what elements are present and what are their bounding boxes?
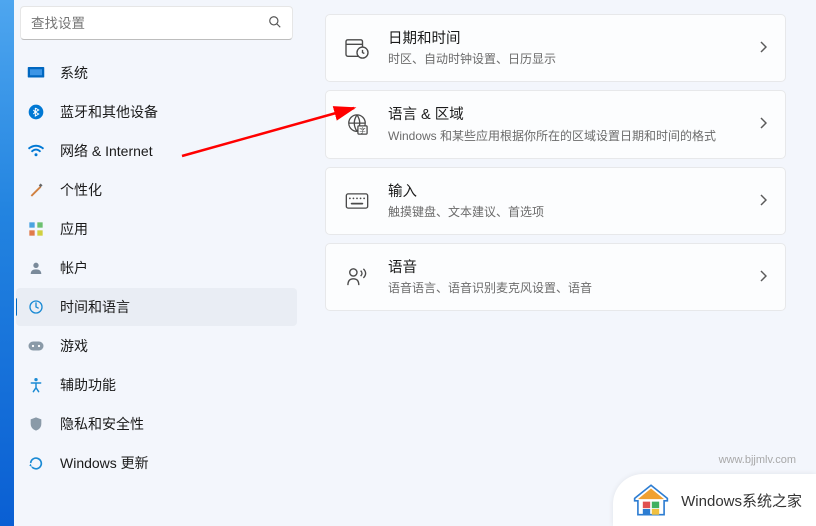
bluetooth-icon: [26, 102, 46, 122]
sidebar-item-apps[interactable]: 应用: [16, 210, 297, 248]
card-language-region[interactable]: 字 语言 & 区域 Windows 和某些应用根据你所在的区域设置日期和时间的格…: [325, 90, 786, 158]
sidebar-item-label: 辅助功能: [60, 375, 116, 395]
sidebar-item-label: 帐户: [60, 258, 88, 278]
system-icon: [26, 63, 46, 83]
card-sub: 语音语言、语音识别麦克风设置、语音: [388, 279, 759, 296]
chevron-right-icon: [759, 40, 767, 56]
sidebar-item-gaming[interactable]: 游戏: [16, 327, 297, 365]
watermark-text: Windows系统之家: [681, 490, 802, 511]
sidebar-item-accounts[interactable]: 帐户: [16, 249, 297, 287]
watermark-badge: Windows系统之家: [613, 474, 816, 526]
search-input[interactable]: [31, 16, 268, 31]
sidebar-item-windows-update[interactable]: Windows 更新: [16, 444, 297, 482]
apps-icon: [26, 219, 46, 239]
calendar-clock-icon: [344, 35, 370, 61]
watermark-url: www.bjjmlv.com: [719, 454, 796, 466]
sidebar-item-label: 蓝牙和其他设备: [60, 102, 158, 122]
wifi-icon: [26, 141, 46, 161]
card-input[interactable]: 输入 触摸键盘、文本建议、首选项: [325, 167, 786, 235]
card-sub: 触摸键盘、文本建议、首选项: [388, 203, 759, 220]
card-sub: 时区、自动时钟设置、日历显示: [388, 50, 759, 67]
speech-icon: [344, 264, 370, 290]
card-title: 语音: [388, 258, 759, 278]
sidebar-item-time-language[interactable]: 时间和语言: [16, 288, 297, 326]
search-icon: [268, 15, 282, 32]
svg-text:字: 字: [359, 126, 365, 135]
sidebar-item-label: 隐私和安全性: [60, 414, 144, 434]
house-logo-icon: [631, 482, 671, 518]
sidebar-item-label: 游戏: [60, 336, 88, 356]
sidebar-item-bluetooth[interactable]: 蓝牙和其他设备: [16, 93, 297, 131]
paintbrush-icon: [26, 180, 46, 200]
sidebar-item-label: 应用: [60, 219, 88, 239]
sidebar-item-label: 个性化: [60, 180, 102, 200]
sidebar-item-label: 网络 & Internet: [60, 141, 153, 161]
globe-lang-icon: 字: [344, 111, 370, 137]
sidebar-item-accessibility[interactable]: 辅助功能: [16, 366, 297, 404]
nav-list: 系统 蓝牙和其他设备 网络 & Internet 个性化: [16, 54, 297, 526]
sidebar-item-personalization[interactable]: 个性化: [16, 171, 297, 209]
gamepad-icon: [26, 336, 46, 356]
keyboard-icon: [344, 188, 370, 214]
card-title: 日期和时间: [388, 29, 759, 49]
account-icon: [26, 258, 46, 278]
chevron-right-icon: [759, 116, 767, 132]
sidebar-item-label: Windows 更新: [60, 453, 149, 473]
sidebar-item-system[interactable]: 系统: [16, 54, 297, 92]
desktop-edge: [0, 0, 14, 526]
chevron-right-icon: [759, 269, 767, 285]
search-input-wrap[interactable]: [20, 6, 293, 40]
card-sub: Windows 和某些应用根据你所在的区域设置日期和时间的格式: [388, 127, 759, 144]
globe-clock-icon: [26, 297, 46, 317]
card-title: 语言 & 区域: [388, 105, 759, 125]
sidebar-item-label: 时间和语言: [60, 297, 130, 317]
accessibility-icon: [26, 375, 46, 395]
chevron-right-icon: [759, 193, 767, 209]
sidebar-item-label: 系统: [60, 63, 88, 83]
sidebar: 系统 蓝牙和其他设备 网络 & Internet 个性化: [0, 0, 305, 526]
sidebar-item-privacy[interactable]: 隐私和安全性: [16, 405, 297, 443]
card-date-time[interactable]: 日期和时间 时区、自动时钟设置、日历显示: [325, 14, 786, 82]
shield-icon: [26, 414, 46, 434]
main-panel: 日期和时间 时区、自动时钟设置、日历显示 字 语言 & 区域 Windows 和…: [305, 0, 816, 526]
update-icon: [26, 453, 46, 473]
card-title: 输入: [388, 182, 759, 202]
sidebar-item-network[interactable]: 网络 & Internet: [16, 132, 297, 170]
card-speech[interactable]: 语音 语音语言、语音识别麦克风设置、语音: [325, 243, 786, 311]
